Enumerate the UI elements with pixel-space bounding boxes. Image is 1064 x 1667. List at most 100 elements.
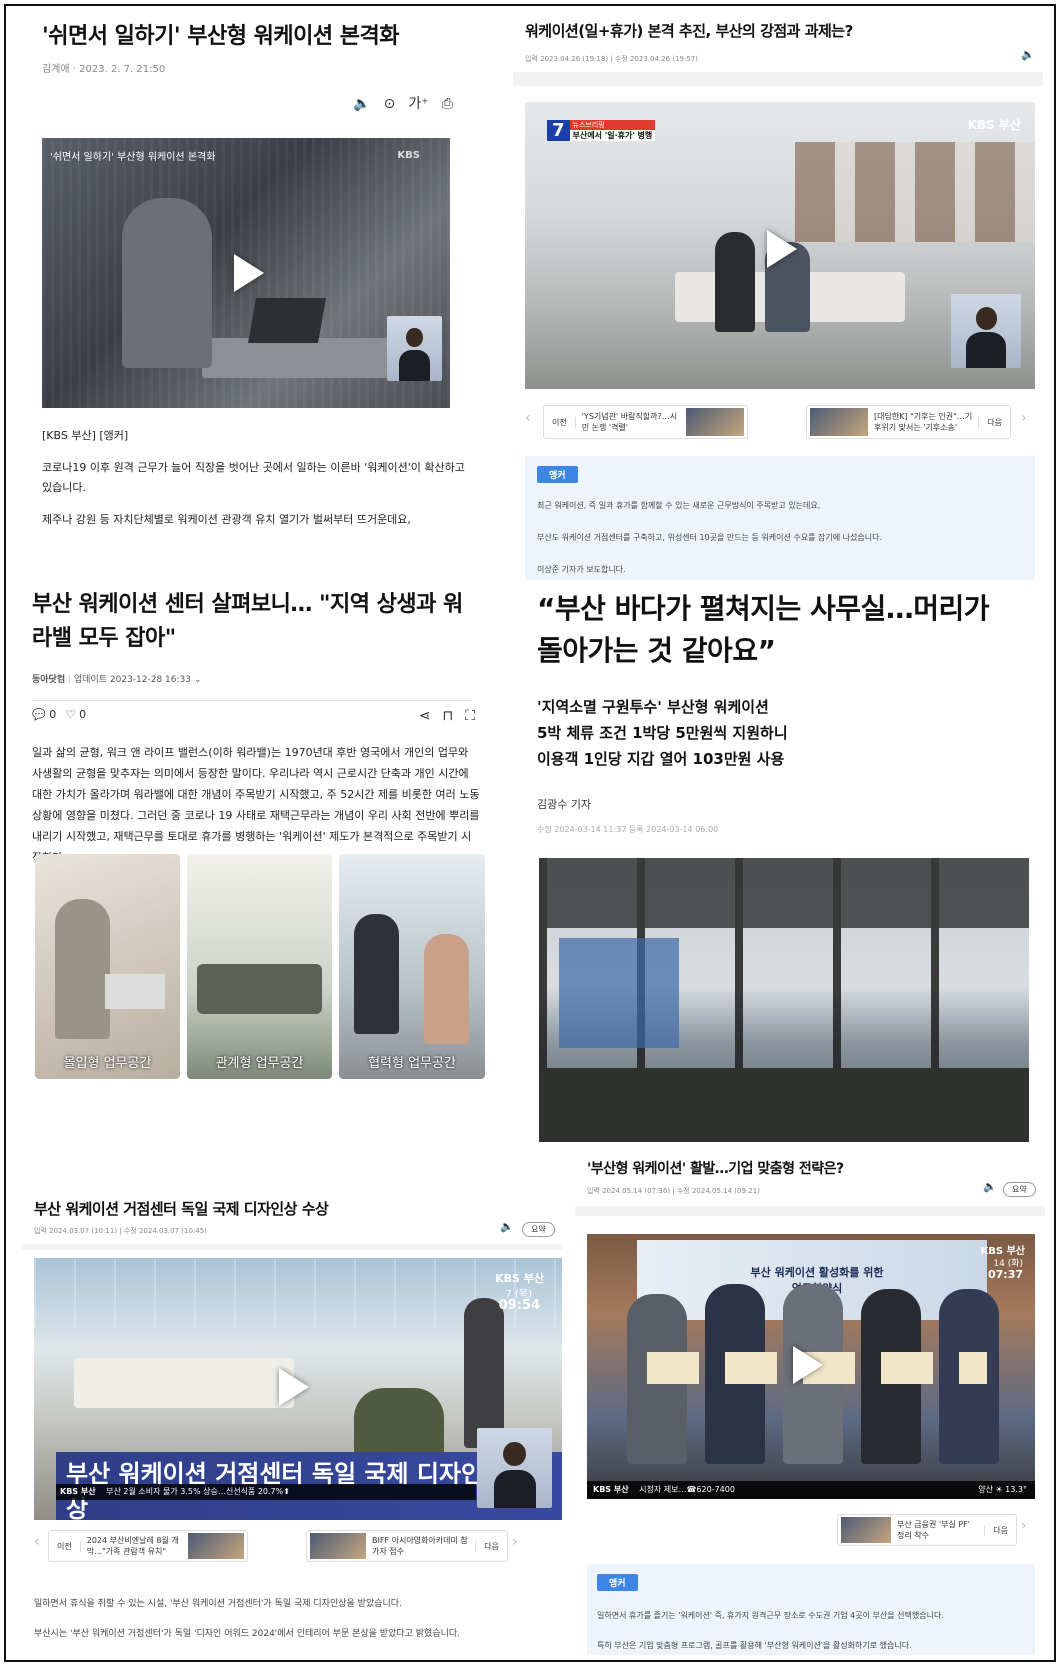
updated-time: 업데이트 2023-12-28 16:33 bbox=[73, 675, 191, 685]
gallery-caption: 협력형 업무공간 bbox=[368, 1056, 456, 1071]
next-thumbnail bbox=[310, 1533, 366, 1559]
prev-thumbnail bbox=[188, 1533, 244, 1559]
chevron-down-icon[interactable]: ⌄ bbox=[194, 675, 202, 685]
video-player[interactable]: '쉬면서 일하기' 부산형 워케이션 본격화 KBS bbox=[42, 138, 450, 408]
video-overlay-title: '쉬면서 일하기' 부산형 워케이션 본격화 bbox=[50, 152, 216, 163]
divider bbox=[32, 700, 472, 701]
article-a1: '쉬면서 일하기' 부산형 워케이션 본격화 김계애 · 2023. 2. 7.… bbox=[30, 10, 495, 550]
comment-icon[interactable]: 💬 bbox=[32, 708, 46, 721]
anchor-line: 최근 워케이션, 즉 일과 휴가를 함께할 수 있는 새로운 근무방식이 주목받… bbox=[537, 501, 821, 510]
next-text: BIFF 아시아영화아카데미 참가자 접수 bbox=[372, 1536, 468, 1556]
article-a3: 부산 워케이션 거점센터 독일 국제 디자인상 수상 입력 2024.03.07… bbox=[22, 1180, 562, 1652]
heart-icon[interactable]: ♡ bbox=[66, 708, 76, 721]
like-count: 0 bbox=[79, 708, 87, 721]
person bbox=[122, 198, 212, 368]
prev-label: 이전 bbox=[544, 416, 576, 428]
speaker-icon[interactable]: 🔈 bbox=[1021, 48, 1035, 61]
divider bbox=[575, 1206, 1045, 1216]
speaker-icon[interactable]: 🔈 bbox=[500, 1220, 514, 1233]
byline: 김계애 · 2023. 2. 7. 21:50 bbox=[42, 64, 166, 75]
next-label: 다음 bbox=[984, 1524, 1016, 1536]
prev-article[interactable]: 이전 'YS기념관' 바람직할까?…시민 논쟁 '격렬' bbox=[543, 405, 748, 439]
gallery-photo[interactable]: 관계형 업무공간 bbox=[187, 854, 332, 1079]
article-title[interactable]: 부산 워케이션 거점센터 독일 국제 디자인상 수상 bbox=[34, 1198, 329, 1219]
prev-thumbnail bbox=[686, 408, 744, 436]
article-dates: 수정 2024-03-14 11:37 등록 2024-03-14 06:00 bbox=[537, 825, 719, 834]
divider bbox=[513, 72, 1043, 86]
subtitle-line: 이용객 1인당 지갑 열어 103만원 사용 bbox=[537, 750, 785, 768]
article-title[interactable]: 부산 워케이션 센터 살펴보니… "지역 상생과 워라밸 모두 잡아" bbox=[32, 588, 472, 656]
summary-button[interactable]: 요약 bbox=[522, 1222, 555, 1237]
article-title[interactable]: '부산형 워케이션' 활발…기업 맞춤형 전략은? bbox=[587, 1158, 844, 1178]
play-icon[interactable] bbox=[767, 230, 797, 268]
font-size-icon[interactable]: 가⁺ bbox=[408, 93, 428, 113]
chevron-right-icon[interactable]: › bbox=[512, 1534, 518, 1550]
article-title[interactable]: “부산 바다가 펼쳐지는 사무실…머리가 돌아가는 것 같아요” bbox=[537, 588, 1017, 672]
prev-text: 2024 부산비엔날레 8월 개막…"가족 관람객 유치" bbox=[86, 1536, 179, 1556]
article-paragraph: 코로나19 이후 원격 근무가 늘어 직장을 벗어난 곳에서 일하는 이른바 '… bbox=[42, 461, 465, 494]
play-icon[interactable] bbox=[234, 254, 264, 292]
article-title[interactable]: 워케이션(일+휴가) 본격 추진, 부산의 강점과 과제는? bbox=[525, 20, 853, 41]
chevron-right-icon[interactable]: › bbox=[1021, 410, 1027, 426]
sign-interpreter bbox=[477, 1428, 552, 1508]
article-a2: 부산 워케이션 센터 살펴보니… "지역 상생과 워라밸 모두 잡아" 동아닷컴… bbox=[20, 582, 505, 1142]
video-player[interactable]: KBS 부산 7 (목) 09:54 부산 워케이션 거점센터 독일 국제 디자… bbox=[34, 1258, 562, 1520]
comment-count: 0 bbox=[49, 708, 57, 721]
chevron-left-icon[interactable]: ‹ bbox=[34, 1534, 40, 1550]
article-dates: 입력 2024.05.14 (07:36) | 수정 2024.05.14 (0… bbox=[587, 1187, 760, 1195]
next-article[interactable]: 부산 금융권 '부실 PF' 정리 착수 다음 bbox=[837, 1514, 1017, 1546]
prev-label: 이전 bbox=[49, 1540, 81, 1552]
next-label: 다음 bbox=[978, 416, 1010, 428]
article-tag: [KBS 부산] [앵커] bbox=[42, 429, 129, 442]
bug-top: 뉴스브리핑 bbox=[569, 120, 656, 130]
bug-number: 7 bbox=[547, 120, 570, 141]
article-b3: '부산형 워케이션' 활발…기업 맞춤형 전략은? 입력 2024.05.14 … bbox=[575, 1150, 1045, 1655]
summary-button[interactable]: 요약 bbox=[1003, 1182, 1036, 1197]
prev-article[interactable]: 이전 2024 부산비엔날레 8월 개막…"가족 관람객 유치" bbox=[48, 1530, 248, 1562]
prev-text: 'YS기념관' 바람직할까?…시민 논쟁 '격렬' bbox=[581, 412, 678, 432]
video-logo: KBS 부산 bbox=[980, 1246, 1025, 1257]
reaction-row: 💬 0 ♡ 0 bbox=[32, 708, 86, 721]
ticker-bar: KBS 부산 시청자 제보…☎620-7400 양산 ☀ 13.3° bbox=[587, 1481, 1035, 1499]
share-icon[interactable]: ⋖ bbox=[419, 708, 431, 724]
ticker-brand: KBS 부산 bbox=[593, 1485, 629, 1494]
subtitle-line: 5박 체류 조건 1박당 5만원씩 지원하니 bbox=[537, 724, 788, 742]
article-b1: 워케이션(일+휴가) 본격 추진, 부산의 강점과 과제는? 입력 2023.0… bbox=[513, 10, 1043, 580]
clock-time: 09:54 bbox=[498, 1298, 540, 1313]
print-icon[interactable]: ⎙ bbox=[442, 96, 453, 112]
bookmark-icon[interactable]: ⊓ bbox=[442, 708, 453, 724]
photo-gallery: 몰입형 업무공간 관계형 업무공간 협력형 업무공간 bbox=[35, 854, 485, 1079]
chevron-right-icon[interactable]: › bbox=[1021, 1518, 1027, 1534]
ticker-bar: KBS 부산 부산 2월 소비자 물가 3.5% 상승…신선식품 20.7%⬆ bbox=[56, 1484, 476, 1500]
video-player[interactable]: 부산 워케이션 활성화를 위한 업무협약식 KBS 부산 14 (화) 07:3… bbox=[587, 1234, 1035, 1499]
article-photo[interactable] bbox=[539, 858, 1029, 1142]
chevron-left-icon[interactable]: ‹ bbox=[525, 410, 531, 426]
gallery-photo[interactable]: 몰입형 업무공간 bbox=[35, 854, 180, 1079]
video-logo: KBS 부산 bbox=[495, 1272, 544, 1285]
next-text: [대담한K] "기후는 인권"…기후위기 맞서는 '기후소송' bbox=[874, 412, 973, 432]
next-article[interactable]: [대담한K] "기후는 인권"…기후위기 맞서는 '기후소송' 다음 bbox=[806, 405, 1011, 439]
play-icon[interactable] bbox=[279, 1368, 309, 1406]
play-icon[interactable] bbox=[793, 1346, 823, 1384]
video-logo: KBS 부산 bbox=[967, 118, 1021, 132]
anchor-line: 부산도 워케이션 거점센터를 구축하고, 위성센터 10곳을 만드는 등 워케이… bbox=[537, 533, 882, 542]
expand-icon[interactable]: ⛶ bbox=[465, 708, 475, 724]
article-title[interactable]: '쉬면서 일하기' 부산형 워케이션 본격화 bbox=[42, 18, 399, 50]
speaker-icon[interactable]: 🔈 bbox=[983, 1180, 997, 1193]
gallery-photo[interactable]: 협력형 업무공간 bbox=[339, 854, 485, 1079]
anchor-line: 이상준 기자가 보도합니다. bbox=[537, 565, 626, 574]
laptop bbox=[248, 298, 326, 343]
ticker-text: 부산 2월 소비자 물가 3.5% 상승…신선식품 20.7%⬆ bbox=[106, 1487, 290, 1496]
weather-readout: 양산 ☀ 13.3° bbox=[978, 1485, 1027, 1494]
article-paragraph: 일하면서 휴식을 취할 수 있는 시설, '부산 워케이션 거점센터'가 독일 … bbox=[34, 1599, 402, 1609]
anchor-label: 앵커 bbox=[537, 466, 578, 483]
speaker-icon[interactable]: 🔈 bbox=[353, 96, 370, 112]
next-thumbnail bbox=[841, 1517, 891, 1543]
next-article[interactable]: BIFF 아시아영화아카데미 참가자 접수 다음 bbox=[306, 1530, 508, 1562]
article-tools: ⋖ ⊓ ⛶ bbox=[411, 708, 475, 724]
video-player[interactable]: 7 뉴스브리핑 부산에서 '일·휴가' 병행 KBS 부산 bbox=[525, 102, 1035, 389]
reporter-name[interactable]: 김광수 기자 bbox=[537, 796, 591, 812]
share-icon[interactable]: ⊙ bbox=[384, 96, 396, 112]
source-name[interactable]: 동아닷컴 bbox=[32, 675, 65, 685]
anchor-box: 앵커 일하면서 휴가를 즐기는 '워케이션' 즉, 휴가지 원격근무 장소로 수… bbox=[587, 1564, 1035, 1655]
